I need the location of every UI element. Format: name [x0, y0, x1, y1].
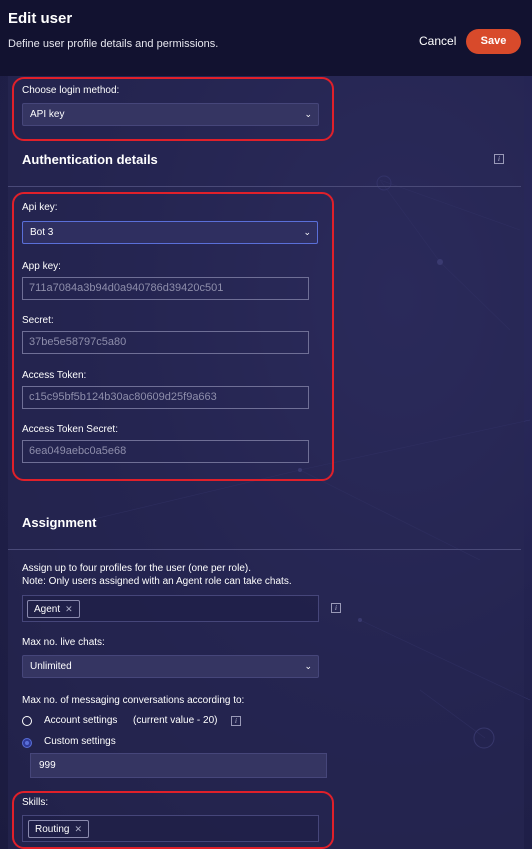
account-settings-label: Account settings: [44, 715, 118, 726]
header-bar: Edit user Define user profile details an…: [0, 0, 532, 76]
profile-tag-agent[interactable]: Agent ✕: [27, 600, 80, 618]
max-chats-label: Max no. live chats:: [22, 637, 105, 648]
info-icon[interactable]: i: [231, 716, 241, 726]
custom-settings-radio[interactable]: [22, 738, 32, 748]
close-icon[interactable]: ✕: [65, 604, 73, 614]
highlight-auth-fields: [12, 192, 334, 481]
page-title: Edit user: [8, 10, 73, 27]
account-settings-hint: (current value - 20): [133, 715, 218, 726]
max-chats-select[interactable]: Unlimited ⌄: [22, 655, 319, 678]
highlight-skills: [12, 791, 334, 849]
custom-conversations-input[interactable]: 999: [30, 753, 327, 778]
max-chats-value: Unlimited: [30, 661, 72, 672]
info-icon[interactable]: i: [331, 603, 341, 613]
auth-section-title: Authentication details: [22, 152, 158, 167]
max-conversations-label: Max no. of messaging conversations accor…: [22, 695, 245, 706]
assignment-note-line1: Assign up to four profiles for the user …: [22, 563, 252, 574]
cancel-button[interactable]: Cancel: [419, 34, 456, 48]
save-button[interactable]: Save: [466, 29, 521, 54]
profiles-input[interactable]: Agent ✕: [22, 595, 319, 622]
custom-settings-label: Custom settings: [44, 736, 116, 747]
account-settings-radio[interactable]: [22, 716, 32, 726]
assignment-note-line2: Note: Only users assigned with an Agent …: [22, 576, 292, 587]
page-subtitle: Define user profile details and permissi…: [8, 38, 219, 50]
assignment-section-title: Assignment: [22, 515, 97, 530]
info-icon[interactable]: i: [494, 154, 504, 164]
profile-tag-label: Agent: [34, 604, 61, 615]
chevron-down-icon: ⌄: [304, 661, 312, 671]
auth-divider: [8, 186, 521, 187]
highlight-login-method: [12, 77, 334, 141]
assignment-divider: [8, 549, 521, 550]
